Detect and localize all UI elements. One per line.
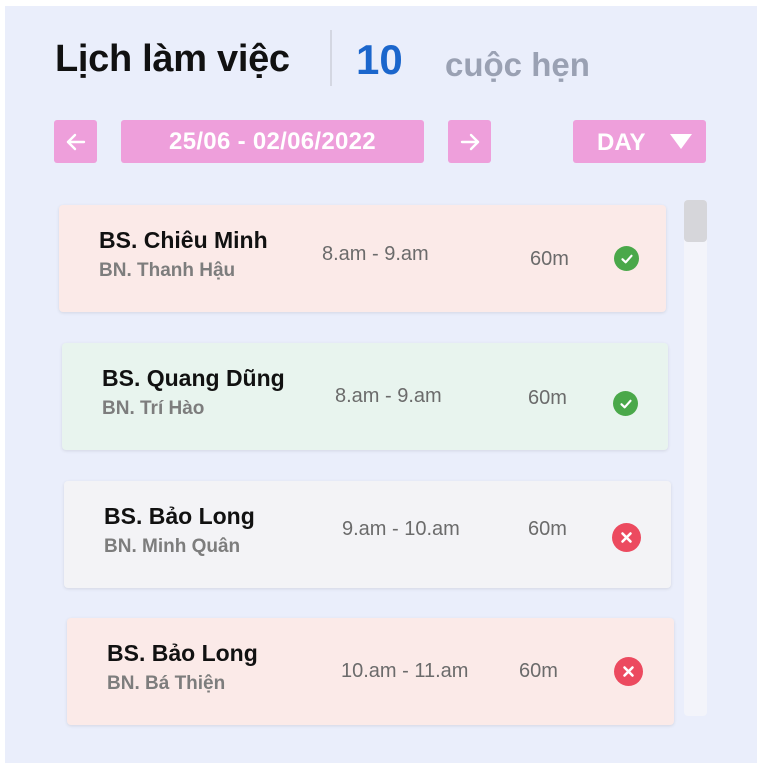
appointment-card[interactable]: BS. Bảo Long BN. Bá Thiện 10.am - 11.am … [67,618,674,725]
patient-name: BN. Thanh Hậu [99,260,236,281]
arrow-right-icon [460,133,479,150]
patient-name: BN. Trí Hào [102,398,205,419]
appointment-card[interactable]: BS. Bảo Long BN. Minh Quân 9.am - 10.am … [64,481,671,588]
appointment-time: 10.am - 11.am [341,660,469,682]
check-circle-icon [613,391,638,416]
appointment-time: 9.am - 10.am [342,518,460,540]
appointment-card[interactable]: BS. Chiêu Minh BN. Thanh Hậu 8.am - 9.am… [59,205,666,312]
appointment-time: 8.am - 9.am [322,243,429,265]
patient-name: BN. Bá Thiện [107,673,226,694]
header-divider [330,30,332,86]
appointment-duration: 60m [528,387,567,409]
doctor-name: BS. Bảo Long [104,503,255,529]
patient-name: BN. Minh Quân [104,536,241,557]
doctor-name: BS. Bảo Long [107,640,258,666]
page-title: Lịch làm việc [55,38,290,80]
doctor-name: BS. Chiêu Minh [99,227,268,253]
scrollbar-track[interactable] [684,200,707,716]
x-circle-icon [614,657,643,686]
appointment-duration: 60m [519,660,558,682]
appointment-duration: 60m [528,518,567,540]
check-circle-icon [614,246,639,271]
x-circle-icon [612,523,641,552]
view-dropdown[interactable]: DAY [573,120,706,163]
appointment-count: 10 [356,36,403,83]
appointment-time: 8.am - 9.am [335,385,442,407]
doctor-name: BS. Quang Dũng [102,365,285,391]
previous-button[interactable] [54,120,97,163]
next-button[interactable] [448,120,491,163]
view-dropdown-label: DAY [597,129,646,156]
appointment-card[interactable]: BS. Quang Dũng BN. Trí Hào 8.am - 9.am 6… [62,343,668,450]
arrow-left-icon [66,133,85,150]
appointment-duration: 60m [530,248,569,270]
caret-down-icon [670,134,692,149]
date-range-picker[interactable]: 25/06 - 02/06/2022 [121,120,424,163]
appointment-count-label: cuộc hẹn [445,46,590,83]
scrollbar-thumb[interactable] [684,200,707,242]
